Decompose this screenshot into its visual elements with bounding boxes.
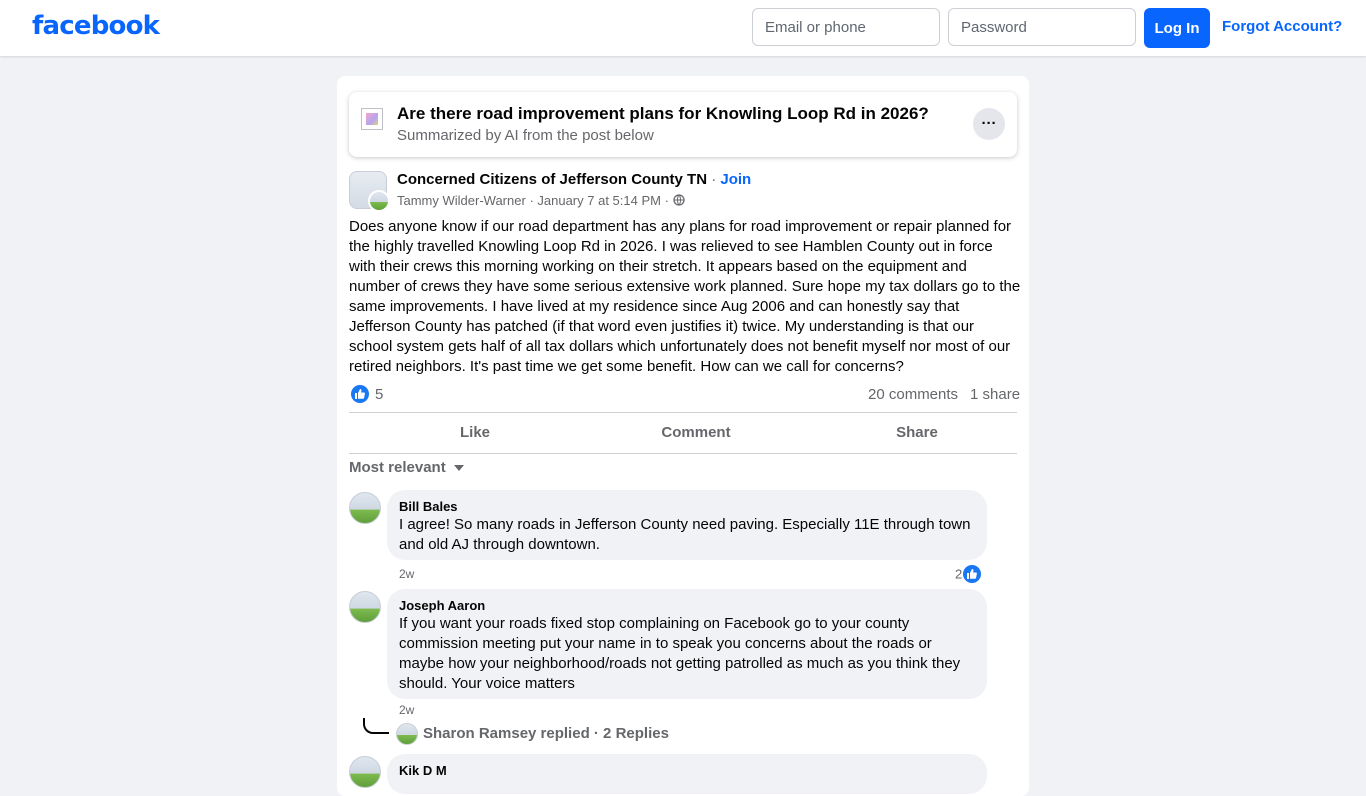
post-meta: Tammy Wilder-Warner · January 7 at 5:14 …	[397, 193, 685, 208]
comment-sort-dropdown[interactable]: Most relevant	[349, 459, 464, 476]
reply-connector	[363, 718, 389, 734]
summary-thumbnail-icon	[361, 108, 383, 130]
replier-avatar[interactable]	[396, 723, 418, 745]
comment-button[interactable]: Comment	[586, 414, 806, 452]
comment-bubble: Kik D M	[387, 754, 987, 794]
password-input[interactable]	[948, 8, 1136, 46]
summary-title: Are there road improvement plans for Kno…	[397, 104, 929, 123]
post-body: Does anyone know if our road department …	[349, 218, 1021, 375]
comment-bubble: Bill Bales I agree! So many roads in Jef…	[387, 490, 987, 560]
group-header: Concerned Citizens of Jefferson County T…	[397, 171, 752, 188]
ai-summary-box: Are there road improvement plans for Kno…	[349, 92, 1017, 157]
divider	[349, 453, 1017, 454]
shares-count[interactable]: 1 share	[970, 386, 1020, 403]
group-name-link[interactable]: Concerned Citizens of Jefferson County T…	[397, 171, 707, 188]
comment-text: If you want your roads fixed stop compla…	[399, 615, 961, 692]
comment-text: I agree! So many roads in Jefferson Coun…	[399, 516, 971, 553]
like-icon	[963, 565, 982, 583]
email-input[interactable]	[752, 8, 940, 46]
login-button[interactable]: Log In	[1144, 8, 1210, 48]
divider	[349, 412, 1017, 413]
comment-likes[interactable]: 2	[955, 565, 982, 583]
comment-time[interactable]: 2w	[399, 703, 414, 717]
comment-time[interactable]: 2w	[399, 567, 414, 581]
facebook-logo[interactable]: facebook	[32, 11, 160, 41]
comment-author[interactable]: Joseph Aaron	[399, 597, 975, 614]
like-icon	[351, 385, 369, 404]
summary-subtitle: Summarized by AI from the post below	[397, 127, 654, 144]
view-replies-link[interactable]: Sharon Ramsey replied · 2 Replies	[423, 725, 669, 742]
caret-down-icon	[453, 465, 464, 472]
reaction-summary[interactable]: 5	[351, 385, 384, 404]
comments-count[interactable]: 20 comments	[868, 386, 958, 403]
comment-author[interactable]: Bill Bales	[399, 498, 975, 515]
sort-label: Most relevant	[349, 459, 446, 476]
share-button[interactable]: Share	[807, 414, 1027, 452]
group-avatar[interactable]	[349, 171, 390, 212]
top-navigation-bar: facebook Log In Forgot Account?	[0, 0, 1366, 56]
reaction-count: 5	[375, 385, 384, 403]
globe-icon	[672, 194, 685, 206]
comment-like-count: 2	[955, 566, 963, 582]
author-avatar[interactable]	[368, 190, 390, 212]
post-author[interactable]: Tammy Wilder-Warner	[397, 193, 526, 208]
commenter-avatar[interactable]	[349, 492, 381, 524]
join-group-link[interactable]: Join	[720, 171, 751, 188]
commenter-avatar[interactable]	[349, 591, 381, 623]
forgot-account-link[interactable]: Forgot Account?	[1222, 18, 1342, 35]
more-options-icon[interactable]: ···	[973, 108, 1005, 140]
commenter-avatar[interactable]	[349, 756, 381, 788]
comment-author[interactable]: Kik D M	[399, 762, 975, 779]
post-timestamp[interactable]: January 7 at 5:14 PM	[537, 193, 661, 208]
like-button[interactable]: Like	[365, 414, 585, 452]
comment-bubble: Joseph Aaron If you want your roads fixe…	[387, 589, 987, 699]
